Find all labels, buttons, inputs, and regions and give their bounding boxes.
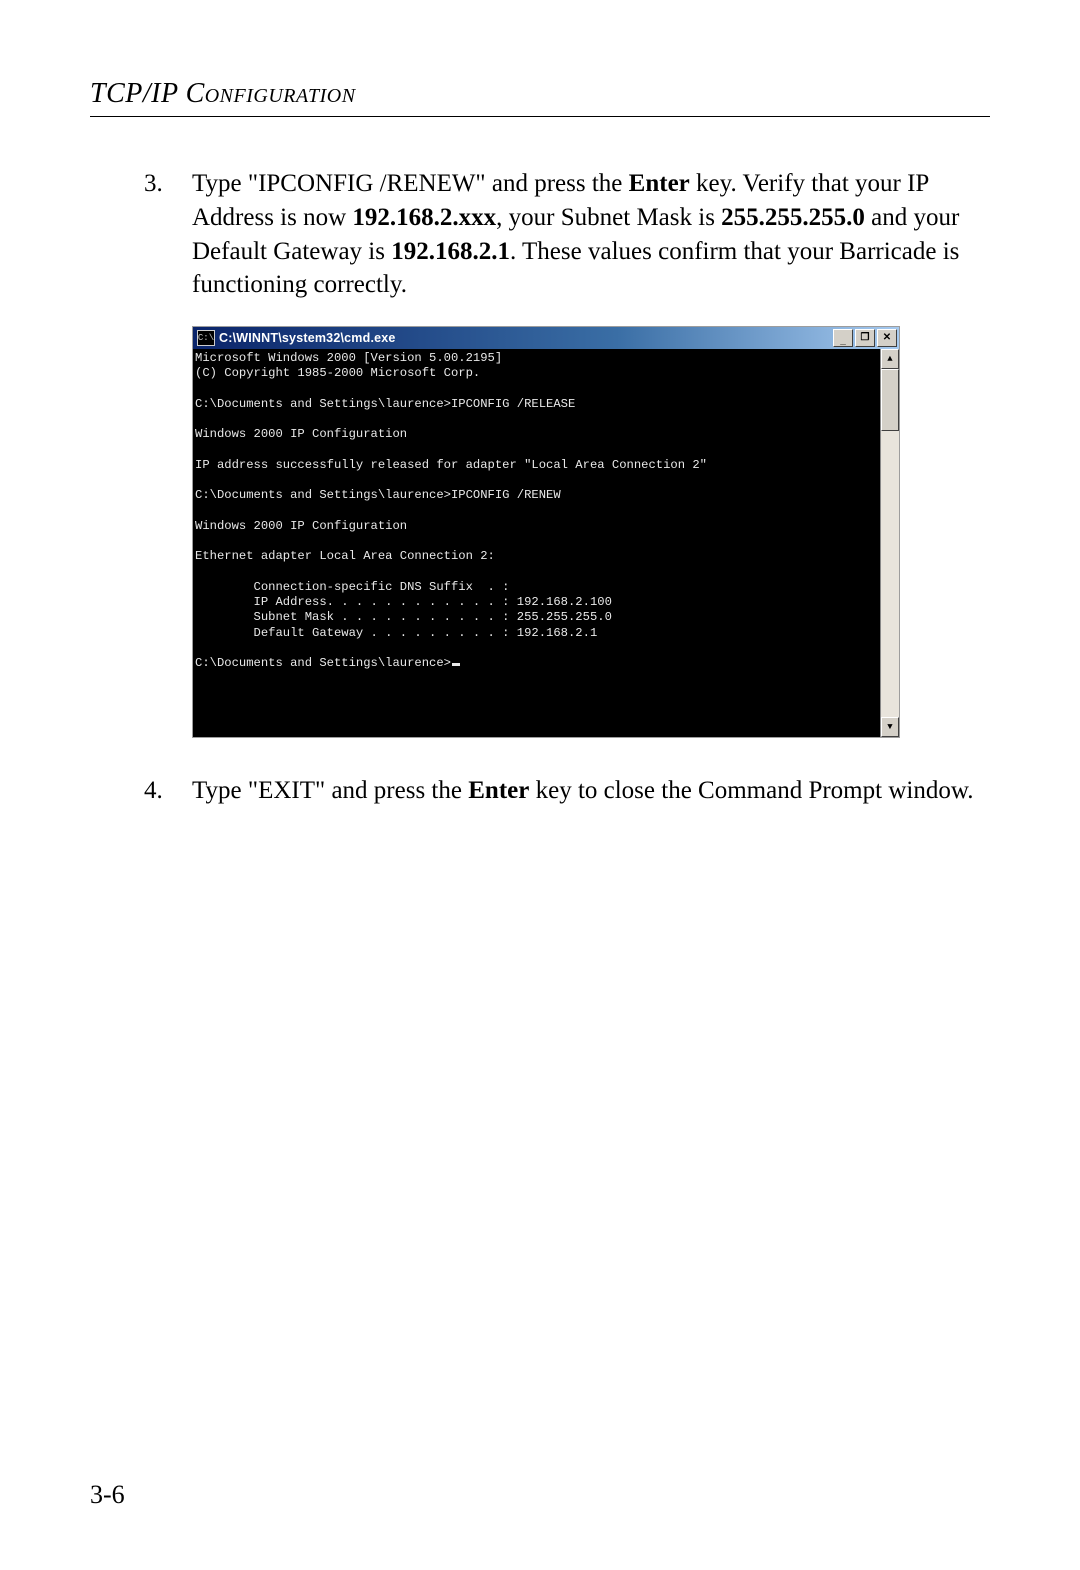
step-3-bold2: 192.168.2.xxx: [352, 204, 496, 231]
step-4-text: Type "EXIT" and press the Enter key to c…: [192, 774, 990, 808]
window-buttons: _ ❐ ✕: [833, 329, 897, 347]
step-4-number: 4.: [144, 774, 192, 808]
cmd-line-06: Windows 2000 IP Configuration: [195, 427, 407, 441]
maximize-button[interactable]: ❐: [855, 329, 875, 347]
cmd-app-icon: C:\: [197, 330, 215, 346]
page-number: 3-6: [90, 1480, 125, 1510]
cmd-line-04: C:\Documents and Settings\laurence>IPCON…: [195, 397, 575, 411]
step-4-t2: key to close the Command Prompt window.: [529, 777, 973, 804]
cmd-line-17: IP Address. . . . . . . . . . . . : 192.…: [195, 595, 612, 609]
command-prompt-window: C:\ C:\WINNT\system32\cmd.exe _ ❐ ✕ Micr…: [192, 326, 900, 738]
page-header: TCP/IP Configuration: [90, 78, 990, 110]
cmd-scrollbar[interactable]: ▲ ▼: [880, 349, 899, 737]
cmd-line-21: C:\Documents and Settings\laurence>: [195, 656, 451, 670]
scroll-down-button[interactable]: ▼: [881, 717, 899, 737]
body-content: 3. Type "IPCONFIG /RENEW" and press the …: [90, 167, 990, 808]
cmd-line-10: C:\Documents and Settings\laurence>IPCON…: [195, 488, 561, 502]
cmd-line-12: Windows 2000 IP Configuration: [195, 519, 407, 533]
minimize-button[interactable]: _: [833, 329, 853, 347]
step-4-t1: Type "EXIT" and press the: [192, 777, 468, 804]
step-4: 4. Type "EXIT" and press the Enter key t…: [144, 774, 990, 808]
maximize-icon: ❐: [861, 333, 870, 343]
document-page: TCP/IP Configuration 3. Type "IPCONFIG /…: [0, 0, 1080, 1570]
cmd-line-14: Ethernet adapter Local Area Connection 2…: [195, 549, 495, 563]
close-icon: ✕: [883, 333, 891, 343]
cmd-output[interactable]: Microsoft Windows 2000 [Version 5.00.219…: [193, 349, 880, 737]
step-3-bold4: 192.168.2.1: [391, 238, 510, 265]
step-3: 3. Type "IPCONFIG /RENEW" and press the …: [144, 167, 990, 302]
step-3-t3: , your Subnet Mask is: [496, 204, 721, 231]
step-3-bold3: 255.255.255.0: [721, 204, 865, 231]
scroll-thumb[interactable]: [881, 369, 899, 431]
cmd-line-18: Subnet Mask . . . . . . . . . . . : 255.…: [195, 610, 612, 624]
step-4-bold1: Enter: [468, 777, 529, 804]
step-3-number: 3.: [144, 167, 192, 302]
cmd-titlebar[interactable]: C:\ C:\WINNT\system32\cmd.exe _ ❐ ✕: [193, 327, 899, 349]
cmd-cursor: [452, 663, 460, 666]
header-rule: [90, 116, 990, 117]
cmd-title-text: C:\WINNT\system32\cmd.exe: [219, 330, 833, 347]
minimize-icon: _: [840, 336, 846, 346]
cmd-line-19: Default Gateway . . . . . . . . . : 192.…: [195, 626, 597, 640]
scroll-up-button[interactable]: ▲: [881, 349, 899, 369]
cmd-client-area: Microsoft Windows 2000 [Version 5.00.219…: [193, 349, 899, 737]
scroll-track[interactable]: [881, 431, 899, 717]
step-3-text: Type "IPCONFIG /RENEW" and press the Ent…: [192, 167, 990, 302]
header-smallcaps: Configuration: [186, 78, 356, 109]
step-3-t1: Type "IPCONFIG /RENEW" and press the: [192, 170, 629, 197]
cmd-line-01: Microsoft Windows 2000 [Version 5.00.219…: [195, 351, 502, 365]
cmd-line-08: IP address successfully released for ada…: [195, 458, 707, 472]
cmd-line-02: (C) Copyright 1985-2000 Microsoft Corp.: [195, 366, 480, 380]
step-3-bold1: Enter: [629, 170, 690, 197]
arrow-down-icon: ▼: [887, 721, 892, 733]
header-prefix: TCP/IP: [90, 78, 186, 109]
close-button[interactable]: ✕: [877, 329, 897, 347]
cmd-line-16: Connection-specific DNS Suffix . :: [195, 580, 510, 594]
arrow-up-icon: ▲: [887, 353, 892, 365]
